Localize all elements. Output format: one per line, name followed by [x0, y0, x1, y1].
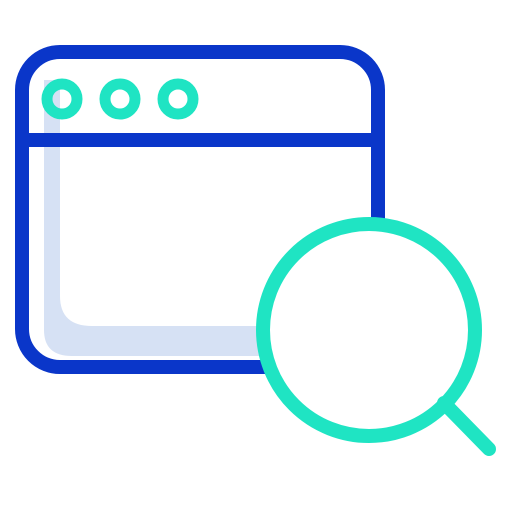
browser-search-icon: [15, 45, 496, 456]
magnifier-handle-icon: [437, 396, 496, 456]
window-dot-2-icon: [99, 78, 141, 120]
window-dot-1-icon: [41, 78, 83, 120]
window-dot-3-icon: [157, 78, 199, 120]
window-shadow-fill: [44, 80, 270, 356]
icon-canvas: [0, 0, 512, 512]
